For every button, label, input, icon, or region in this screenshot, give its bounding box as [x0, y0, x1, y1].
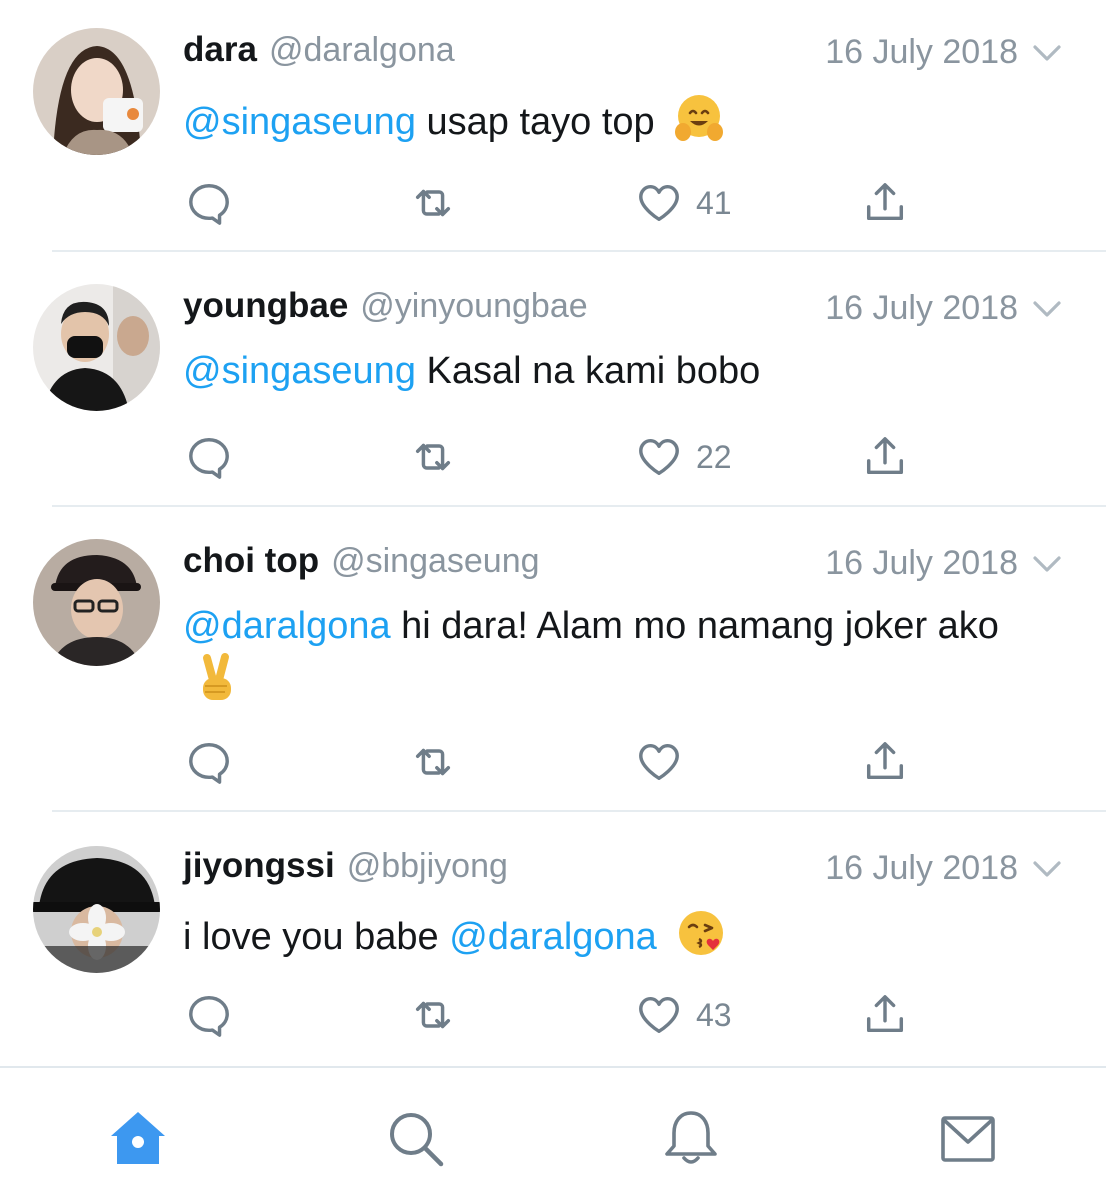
avatar[interactable] [33, 539, 160, 666]
share-button[interactable] [862, 432, 908, 482]
user-handle[interactable]: @yinyoungbae [360, 287, 587, 326]
tweet-date: 16 July 2018 [825, 849, 1018, 887]
separator [52, 505, 1106, 507]
mention-link[interactable]: @daralgona [449, 916, 657, 958]
heart-icon [636, 739, 682, 785]
chevron-down-icon[interactable] [1030, 547, 1064, 581]
messages-icon[interactable] [938, 1108, 998, 1168]
reply-icon [186, 739, 232, 785]
home-icon[interactable] [108, 1108, 168, 1168]
tweet-text: @singaseung usap tayo top [183, 92, 1063, 148]
separator [52, 810, 1106, 812]
display-name[interactable]: jiyongssi [183, 846, 335, 886]
separator [52, 250, 1106, 252]
reply-button[interactable] [186, 432, 232, 482]
heart-icon [636, 180, 682, 226]
mention-link[interactable]: @daralgona [183, 605, 391, 647]
retweet-button[interactable] [410, 432, 456, 482]
hugging-face-emoji [675, 95, 724, 141]
share-button[interactable] [862, 737, 908, 787]
like-count: 41 [696, 184, 732, 221]
reply-icon [186, 992, 232, 1038]
avatar[interactable] [33, 284, 160, 411]
display-name[interactable]: youngbae [183, 286, 348, 326]
retweet-button[interactable] [410, 990, 456, 1040]
like-count: 43 [696, 996, 732, 1033]
tweet-date: 16 July 2018 [825, 544, 1018, 582]
tweet-text: @singaseung Kasal na kami bobo [183, 346, 1063, 397]
share-button[interactable] [862, 990, 908, 1040]
victory-hand-emoji [203, 653, 231, 700]
like-button[interactable]: 22 [636, 432, 732, 482]
retweet-button[interactable] [410, 737, 456, 787]
tweet-date: 16 July 2018 [825, 33, 1018, 71]
reply-button[interactable] [186, 737, 232, 787]
reply-icon [186, 434, 232, 480]
retweet-button[interactable] [410, 178, 456, 228]
tweet-text-body: hi dara! Alam mo namang joker ako [390, 605, 999, 647]
tweet-text-body: Kasal na kami bobo [415, 350, 761, 392]
user-handle[interactable]: @daralgona [269, 31, 455, 70]
avatar[interactable] [33, 846, 160, 973]
tweet-text-body: i love you babe [183, 916, 450, 958]
share-icon [862, 739, 908, 785]
kissing-face-emoji [679, 911, 724, 955]
like-button[interactable] [636, 737, 696, 787]
tweet-date: 16 July 2018 [825, 289, 1018, 327]
reply-button[interactable] [186, 990, 232, 1040]
reply-button[interactable] [186, 178, 232, 228]
tweet-text-body: usap tayo top [415, 101, 655, 143]
like-count: 22 [696, 438, 732, 475]
display-name[interactable]: choi top [183, 541, 319, 581]
avatar[interactable] [33, 28, 160, 155]
retweet-icon [410, 434, 456, 480]
user-handle[interactable]: @singaseung [331, 542, 539, 581]
share-icon [862, 434, 908, 480]
share-icon [862, 992, 908, 1038]
retweet-icon [410, 180, 456, 226]
tweet-text: i love you babe @daralgona [183, 907, 1063, 963]
mention-link[interactable]: @singaseung [183, 350, 416, 392]
like-button[interactable]: 43 [636, 990, 732, 1040]
like-button[interactable]: 41 [636, 178, 732, 228]
share-button[interactable] [862, 178, 908, 228]
retweet-icon [410, 992, 456, 1038]
user-handle[interactable]: @bbjiyong [347, 847, 508, 886]
reply-icon [186, 180, 232, 226]
bottom-tab-bar [0, 1066, 1106, 1202]
display-name[interactable]: dara [183, 30, 257, 70]
chevron-down-icon[interactable] [1030, 852, 1064, 886]
share-icon [862, 180, 908, 226]
notifications-icon[interactable] [661, 1108, 721, 1168]
heart-icon [636, 434, 682, 480]
search-icon[interactable] [385, 1108, 445, 1168]
retweet-icon [410, 739, 456, 785]
heart-icon [636, 992, 682, 1038]
chevron-down-icon[interactable] [1030, 36, 1064, 70]
tweet-text: @daralgona hi dara! Alam mo namang joker… [183, 601, 1063, 708]
mention-link[interactable]: @singaseung [183, 101, 416, 143]
chevron-down-icon[interactable] [1030, 292, 1064, 326]
